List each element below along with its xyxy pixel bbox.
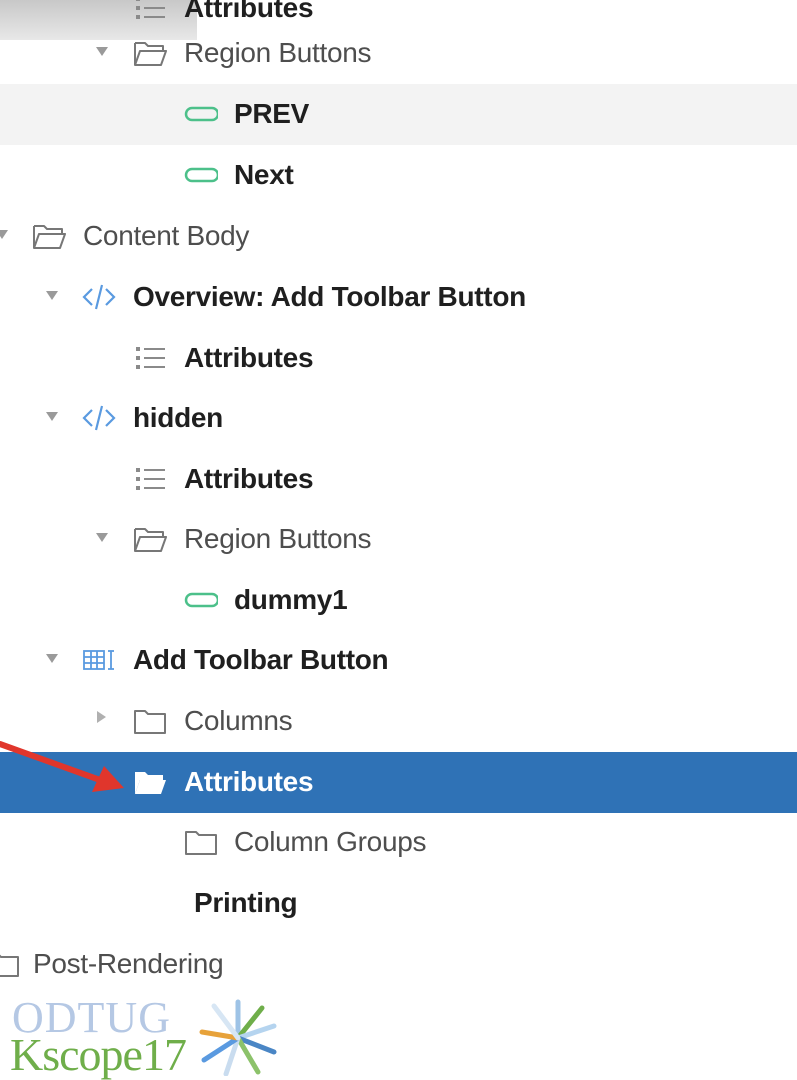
tree-node-attributes[interactable]: Attributes: [0, 449, 797, 510]
button-pill-icon: [184, 584, 218, 616]
chevron-down-icon[interactable]: [0, 230, 8, 239]
chevron-down-icon[interactable]: [46, 412, 58, 421]
tree-node-label: Region Buttons: [184, 523, 372, 554]
tree-node-label: Attributes: [184, 342, 314, 373]
tree-node-button-prev[interactable]: PREV: [0, 84, 797, 145]
tree-node-region-add-toolbar-button[interactable]: Add Toolbar Button: [0, 630, 797, 691]
tree-node-label: Add Toolbar Button: [133, 644, 389, 675]
tree-node-label: Attributes: [184, 766, 314, 797]
logo-burst-icon: [196, 998, 280, 1076]
tree-node-attributes[interactable]: Attributes: [0, 328, 797, 389]
list-icon: [133, 0, 167, 24]
list-icon: [133, 463, 167, 495]
tree-node-label: Columns: [184, 705, 293, 736]
tree-node-label: Next: [234, 159, 294, 190]
tree-node-label: Printing: [194, 887, 298, 918]
code-icon: [82, 402, 116, 434]
tree-node-region-buttons[interactable]: Region Buttons: [0, 509, 797, 570]
tree-node-label: Attributes: [184, 0, 314, 23]
tree-node-region-hidden[interactable]: hidden: [0, 388, 797, 449]
chevron-down-icon[interactable]: [46, 654, 58, 663]
folder-icon: [0, 948, 20, 980]
code-icon: [82, 281, 116, 313]
button-pill-icon: [184, 159, 218, 191]
tree-node-label: Overview: Add Toolbar Button: [133, 281, 526, 312]
chevron-down-icon[interactable]: [96, 47, 108, 56]
tree-node-label: PREV: [234, 98, 310, 129]
folder-open-icon: [133, 523, 167, 555]
tree-node-label: hidden: [133, 402, 223, 433]
logo-text-kscope: Kscope17: [10, 1029, 187, 1080]
annotation-arrow: [0, 730, 140, 800]
folder-open-icon: [32, 220, 66, 252]
tree-node-label: Attributes: [184, 463, 314, 494]
tree-node-label: Region Buttons: [184, 37, 372, 68]
tree-node-label: Post-Rendering: [33, 948, 224, 979]
tree-node-printing[interactable]: Printing: [0, 873, 797, 934]
button-pill-icon: [184, 98, 218, 130]
tree-node-post-rendering[interactable]: Post-Rendering: [0, 934, 797, 995]
tree-node-region-buttons[interactable]: Region Buttons: [0, 23, 797, 84]
tree-node-label: Content Body: [83, 220, 250, 251]
tree-node-column-groups[interactable]: Column Groups: [0, 812, 797, 873]
folder-open-icon: [133, 37, 167, 69]
tree-node-content-body[interactable]: Content Body: [0, 206, 797, 267]
tree-node-region-overview[interactable]: Overview: Add Toolbar Button: [0, 267, 797, 328]
tree-node-label: dummy1: [234, 584, 348, 615]
kscope17-logo: ODTUG Kscope17: [0, 996, 290, 1080]
chevron-right-icon[interactable]: [97, 711, 106, 723]
folder-icon: [184, 826, 218, 858]
grid-icon: [82, 644, 116, 676]
list-icon: [133, 342, 167, 374]
tree-node-button-dummy1[interactable]: dummy1: [0, 570, 797, 631]
chevron-down-icon[interactable]: [96, 533, 108, 542]
tree-node-label: Column Groups: [234, 826, 427, 857]
chevron-down-icon[interactable]: [46, 291, 58, 300]
tree-node-button-next[interactable]: Next: [0, 145, 797, 206]
